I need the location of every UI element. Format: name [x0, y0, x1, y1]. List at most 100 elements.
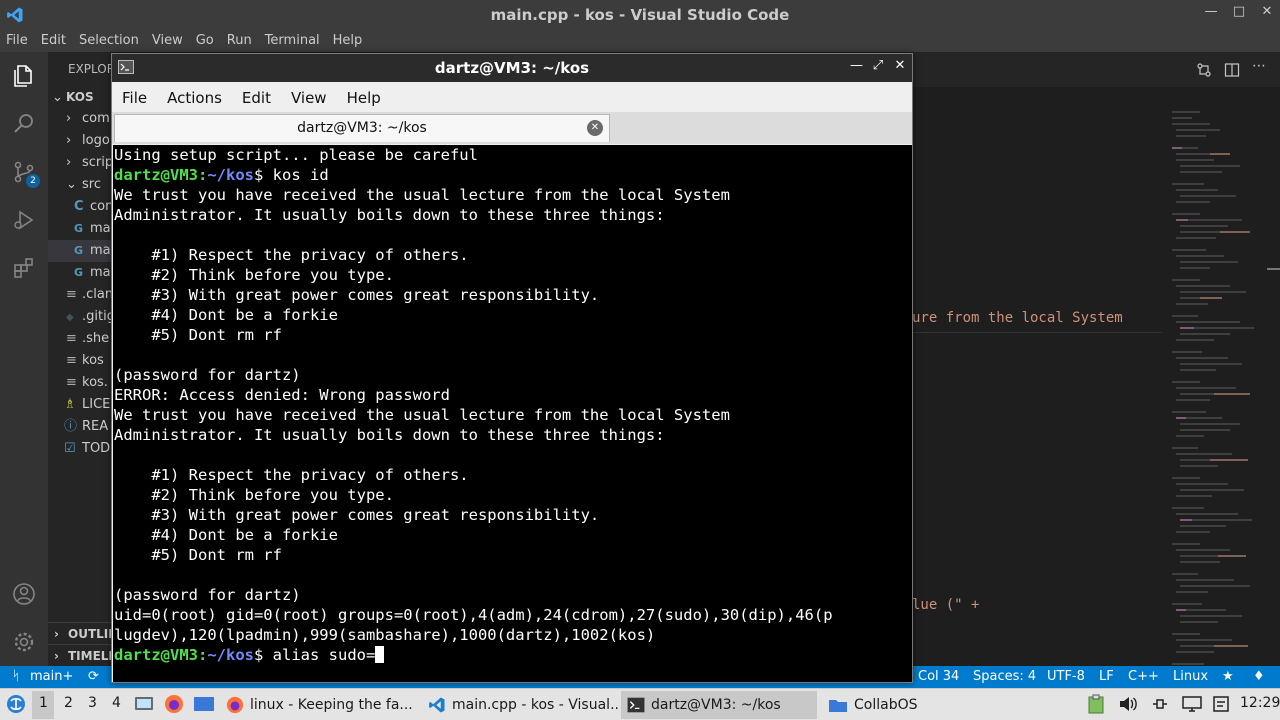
cursor-position[interactable]: Col 34: [918, 669, 959, 684]
terminal-output-line: Using setup script... please be careful: [114, 145, 912, 165]
tree-item-label: src: [82, 177, 101, 192]
output-text: Administrator. It usually boils down to …: [114, 206, 665, 224]
network-icon[interactable]: [1181, 695, 1203, 713]
menu-edit[interactable]: Edit: [41, 30, 73, 52]
prompt-command: alias sudo=: [263, 646, 376, 664]
split-editor-icon[interactable]: [1224, 62, 1240, 78]
start-menu-icon[interactable]: [6, 694, 26, 714]
feedback-icon[interactable]: ★: [1222, 669, 1234, 684]
task-firefox[interactable]: linux - Keeping the fa...: [220, 691, 416, 719]
tree-item[interactable]: › com: [48, 108, 112, 130]
minimize-icon[interactable]: —: [1204, 4, 1218, 19]
tree-item[interactable]: ≡ kos: [48, 350, 112, 372]
task-vscode[interactable]: main.cpp - kos - Visual...: [422, 691, 618, 719]
explorer-icon[interactable]: [12, 64, 36, 88]
tree-item[interactable]: Gma: [48, 262, 112, 284]
output-text: #4) Dont be a forkie: [114, 306, 338, 324]
sync-icon[interactable]: ⟳: [88, 669, 99, 684]
close-icon[interactable]: ✕: [894, 58, 906, 73]
volume-icon[interactable]: [1118, 695, 1138, 713]
eol-status[interactable]: LF: [1099, 669, 1114, 684]
timeline-section[interactable]: › TIMELI: [48, 644, 112, 666]
workspace-4[interactable]: 4: [112, 695, 121, 711]
explorer-header: EXPLOR: [68, 62, 112, 76]
tree-item-selected[interactable]: Gma: [48, 240, 112, 262]
settings-gear-icon[interactable]: [12, 630, 36, 654]
terminal-output[interactable]: Using setup script... please be careful d…: [113, 145, 912, 682]
workspace-1[interactable]: 1: [39, 695, 48, 711]
terminal-tab[interactable]: dartz@VM3: ~/kos ✕: [114, 114, 610, 142]
terminal-output-line: lugdev),120(lpadmin),999(sambashare),100…: [114, 625, 912, 645]
menu-terminal[interactable]: Terminal: [265, 30, 327, 52]
tree-item-label: TOD: [82, 441, 111, 456]
info-icon: ⓘ: [64, 419, 78, 434]
tree-item[interactable]: ⌄ KOS: [48, 86, 112, 108]
menu-file[interactable]: File: [6, 30, 35, 52]
c-file-icon: C: [74, 199, 84, 214]
outline-section[interactable]: › OUTLIN: [48, 622, 112, 644]
editor-tab-bar: ⋯: [912, 52, 1280, 87]
output-text: ERROR: Access denied: Wrong password: [114, 386, 450, 404]
task-label: main.cpp - kos - Visual...: [452, 697, 618, 713]
menu-help[interactable]: Help: [333, 30, 370, 52]
power-icon[interactable]: [1150, 695, 1170, 713]
minimap[interactable]: [1170, 108, 1266, 666]
open-changes-icon[interactable]: [1196, 62, 1212, 78]
language-status[interactable]: C++: [1128, 669, 1159, 684]
terminal-menu-help[interactable]: Help: [347, 82, 381, 112]
close-icon[interactable]: ✕: [1260, 4, 1274, 19]
terminal-menu-actions[interactable]: Actions: [167, 82, 222, 112]
workspace-3[interactable]: 3: [88, 695, 97, 711]
file-manager-icon[interactable]: [193, 695, 215, 713]
maximize-icon[interactable]: □: [1232, 4, 1246, 19]
firefox-icon[interactable]: [164, 694, 184, 714]
account-icon[interactable]: [12, 582, 36, 606]
more-actions-icon[interactable]: ⋯: [1252, 58, 1266, 74]
task-terminal[interactable]: dartz@VM3: ~/kos: [621, 691, 817, 719]
task-collabos[interactable]: CollabOS: [822, 691, 972, 719]
tree-item[interactable]: ⓘ REA: [48, 416, 112, 438]
tree-item[interactable]: Ccon: [48, 196, 112, 218]
os-status[interactable]: Linux: [1173, 669, 1208, 684]
tree-item-label: com: [82, 111, 110, 126]
tab-close-icon[interactable]: ✕: [587, 120, 603, 136]
tree-item[interactable]: ≡ .clan: [48, 284, 112, 306]
terminal-menu-file[interactable]: File: [122, 82, 147, 112]
run-debug-icon[interactable]: [12, 208, 36, 232]
menu-go[interactable]: Go: [196, 30, 221, 52]
extensions-icon[interactable]: [12, 256, 36, 280]
terminal-prompt-line: dartz@VM3:~/kos$ alias sudo=: [114, 645, 912, 665]
maximize-icon[interactable]: ⤢: [872, 58, 884, 73]
tree-item[interactable]: ◆ .gitig: [48, 306, 112, 328]
tree-item[interactable]: ≡ kos.: [48, 372, 112, 394]
show-desktop-icon[interactable]: [134, 695, 154, 713]
notifications-icon[interactable]: [1212, 695, 1230, 713]
vscode-icon: [429, 697, 445, 713]
git-branch-status[interactable]: main+: [30, 669, 73, 684]
notifications-bell-icon[interactable]: ♦: [1253, 669, 1265, 684]
clipboard-icon[interactable]: [1087, 694, 1105, 714]
output-text: Administrator. It usually boils down to …: [114, 426, 665, 444]
encoding-status[interactable]: UTF-8: [1047, 669, 1085, 684]
clock[interactable]: 12:29: [1240, 695, 1280, 711]
terminal-menu-edit[interactable]: Edit: [242, 82, 271, 112]
tree-item[interactable]: Gma: [48, 218, 112, 240]
tree-item-label: LICE: [82, 397, 111, 412]
scrollbar-indicator[interactable]: [1267, 268, 1280, 270]
tree-item[interactable]: › scrip: [48, 152, 112, 174]
menu-selection[interactable]: Selection: [79, 30, 146, 52]
minimize-icon[interactable]: —: [850, 58, 863, 73]
tree-item[interactable]: ⌄ src: [48, 174, 112, 196]
terminal-title-bar[interactable]: dartz@VM3: ~/kos — ⤢ ✕: [112, 54, 912, 82]
tree-item[interactable]: ♗ LICE: [48, 394, 112, 416]
workspace-2[interactable]: 2: [64, 695, 73, 711]
menu-run[interactable]: Run: [227, 30, 259, 52]
indentation-status[interactable]: Spaces: 4: [973, 669, 1036, 684]
tree-item[interactable]: › logo: [48, 130, 112, 152]
tree-item[interactable]: ≡ .she: [48, 328, 112, 350]
branch-icon[interactable]: ᛋ: [12, 669, 20, 684]
menu-view[interactable]: View: [152, 30, 190, 52]
tree-item[interactable]: ☑ TOD: [48, 438, 112, 460]
terminal-menu-view[interactable]: View: [291, 82, 327, 112]
search-icon[interactable]: [12, 112, 36, 136]
